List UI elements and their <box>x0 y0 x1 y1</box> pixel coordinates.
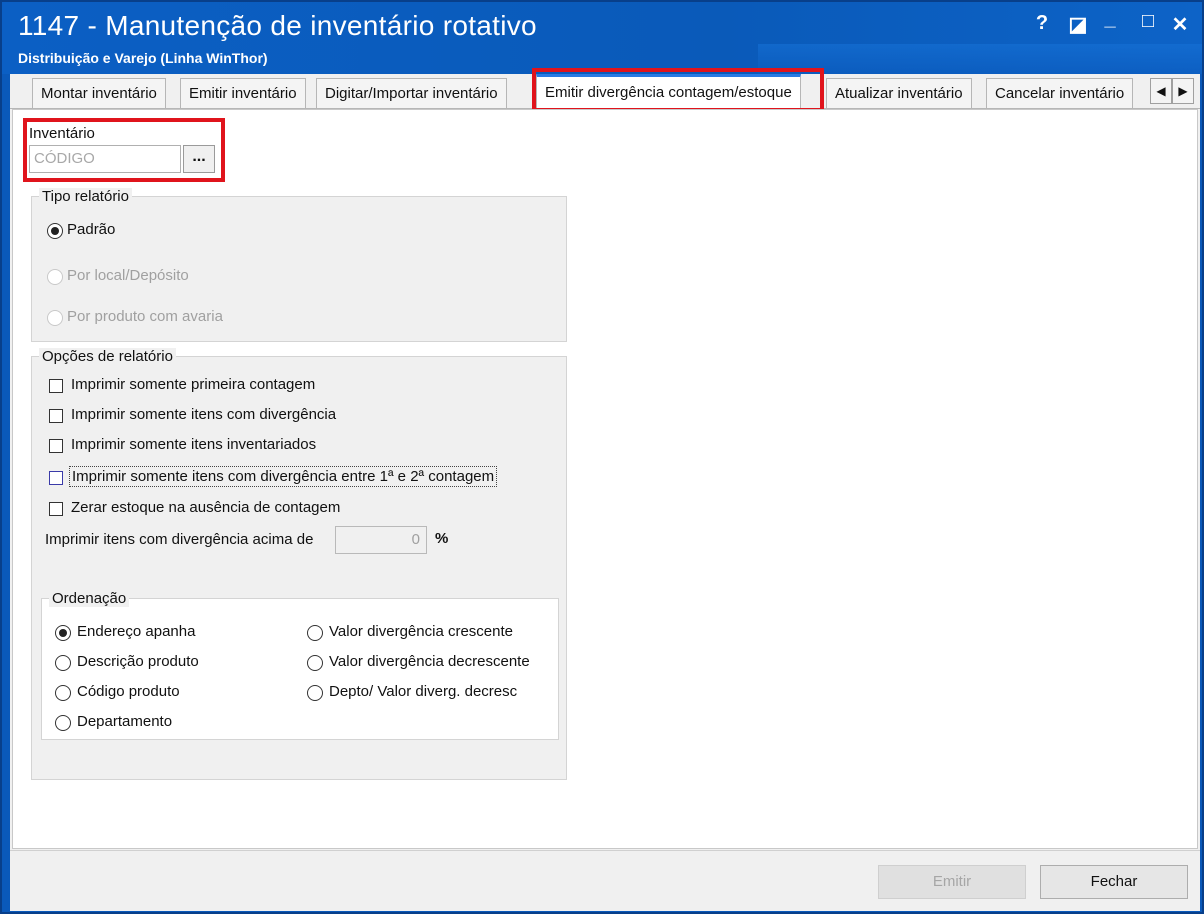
radio-depto-valor-diverg[interactable] <box>307 685 323 701</box>
checkbox-divergencia-1a-2a-label[interactable]: Imprimir somente itens com divergência e… <box>69 466 498 487</box>
title-bar: 1147 - Manutenção de inventário rotativo… <box>2 2 1202 74</box>
checkbox-primeira-contagem-label[interactable]: Imprimir somente primeira contagem <box>71 376 315 393</box>
checkbox-itens-divergencia[interactable] <box>49 409 63 423</box>
checkbox-divergencia-1a-2a[interactable] <box>49 471 63 485</box>
radio-descricao-produto[interactable] <box>55 655 71 671</box>
checkbox-itens-inventariados-label[interactable]: Imprimir somente itens inventariados <box>71 436 316 453</box>
window-subtitle: Distribuição e Varejo (Linha WinThor) <box>18 50 268 66</box>
checkbox-zerar-estoque[interactable] <box>49 502 63 516</box>
tab-digitar-importar-inventario[interactable]: Digitar/Importar inventário <box>316 78 507 108</box>
radio-por-produto-avaria-label[interactable]: Por produto com avaria <box>67 308 223 325</box>
highlight-active-tab <box>532 68 824 112</box>
radio-endereco-apanha-label[interactable]: Endereço apanha <box>77 623 195 640</box>
tab-panel: Inventário CÓDIGO ... Tipo relatório Pad… <box>12 109 1198 849</box>
footer-bar: Emitir Fechar <box>10 850 1200 911</box>
checkbox-itens-inventariados[interactable] <box>49 439 63 453</box>
radio-descricao-produto-label[interactable]: Descrição produto <box>77 653 199 670</box>
radio-valor-divergencia-crescente[interactable] <box>307 625 323 641</box>
tab-emitir-inventario[interactable]: Emitir inventário <box>180 78 306 108</box>
radio-depto-valor-diverg-label[interactable]: Depto/ Valor diverg. decresc <box>329 683 517 700</box>
radio-valor-divergencia-decrescente[interactable] <box>307 655 323 671</box>
radio-por-local-deposito-label[interactable]: Por local/Depósito <box>67 267 189 284</box>
radio-por-local-deposito[interactable] <box>47 269 63 285</box>
radio-padrao[interactable] <box>47 223 63 239</box>
radio-valor-divergencia-crescente-label[interactable]: Valor divergência crescente <box>329 623 513 640</box>
checkbox-zerar-estoque-label[interactable]: Zerar estoque na ausência de contagem <box>71 499 340 516</box>
tab-cancelar-inventario[interactable]: Cancelar inventário <box>986 78 1134 108</box>
tipo-relatorio-legend: Tipo relatório <box>39 188 132 205</box>
main-content: Montar inventário Emitir inventário Digi… <box>10 68 1200 911</box>
tab-montar-inventario[interactable]: Montar inventário <box>32 78 166 108</box>
app-window: 1147 - Manutenção de inventário rotativo… <box>0 0 1204 914</box>
divergencia-percent-input[interactable]: 0 <box>335 526 427 554</box>
tab-scroll-left-icon[interactable]: ◀ <box>1150 78 1172 104</box>
radio-valor-divergencia-decrescente-label[interactable]: Valor divergência decrescente <box>329 653 530 670</box>
restore-icon[interactable]: ◪ <box>1064 12 1092 37</box>
help-icon[interactable]: ? <box>1028 12 1056 35</box>
fechar-button[interactable]: Fechar <box>1040 865 1188 899</box>
divergencia-acima-label: Imprimir itens com divergência acima de <box>45 531 314 548</box>
checkbox-primeira-contagem[interactable] <box>49 379 63 393</box>
title-bar-decoration <box>758 44 1202 74</box>
ordenacao-legend: Ordenação <box>49 590 130 607</box>
minimize-icon[interactable]: _ <box>1096 8 1124 31</box>
tab-atualizar-inventario[interactable]: Atualizar inventário <box>826 78 972 108</box>
tab-scroll-right-icon[interactable]: ▶ <box>1172 78 1194 104</box>
radio-padrao-label[interactable]: Padrão <box>67 221 115 238</box>
radio-codigo-produto[interactable] <box>55 685 71 701</box>
radio-codigo-produto-label[interactable]: Código produto <box>77 683 180 700</box>
highlight-inventario <box>23 118 225 182</box>
emitir-button[interactable]: Emitir <box>878 865 1026 899</box>
window-title: 1147 - Manutenção de inventário rotativo <box>18 10 537 41</box>
close-icon[interactable]: ✕ <box>1166 12 1194 37</box>
percent-unit: % <box>435 530 449 547</box>
radio-departamento-label[interactable]: Departamento <box>77 713 172 730</box>
maximize-icon[interactable]: □ <box>1134 10 1162 33</box>
radio-departamento[interactable] <box>55 715 71 731</box>
checkbox-itens-divergencia-label[interactable]: Imprimir somente itens com divergência <box>71 406 336 423</box>
radio-endereco-apanha[interactable] <box>55 625 71 641</box>
opcoes-relatorio-legend: Opções de relatório <box>39 348 176 365</box>
radio-por-produto-avaria[interactable] <box>47 310 63 326</box>
